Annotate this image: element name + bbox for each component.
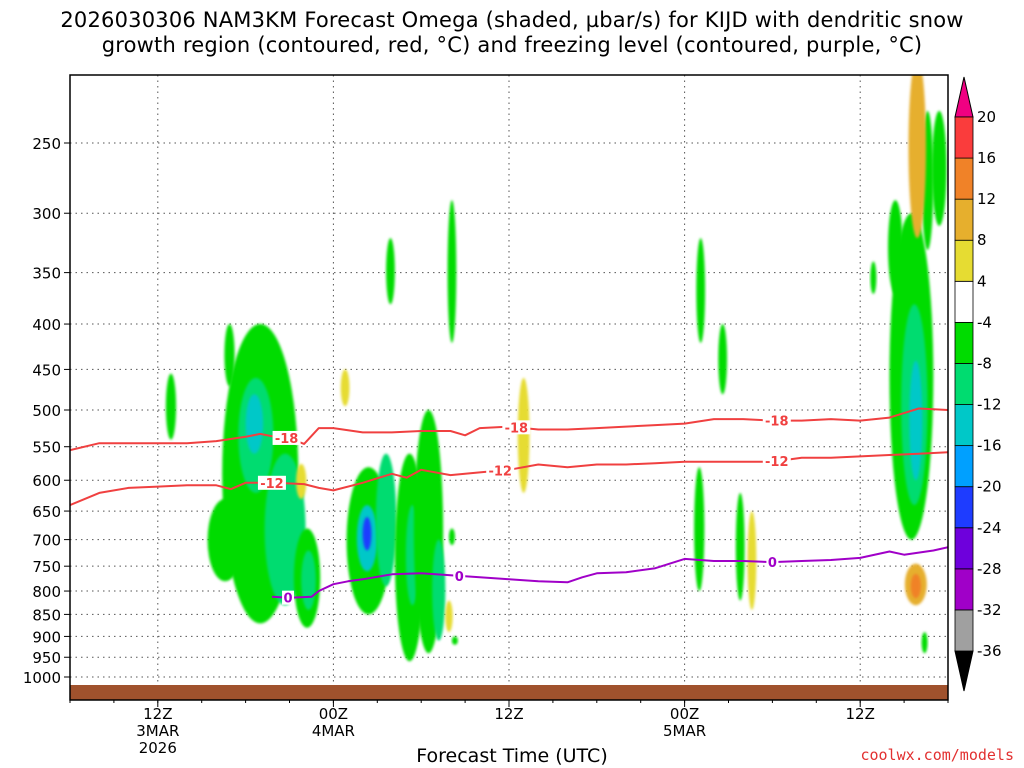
y-tick-label-350: 350: [32, 265, 61, 283]
y-tick-label-650: 650: [32, 503, 61, 521]
colorbar-label-0: -36: [977, 642, 1002, 660]
omega-region-40: [910, 573, 921, 599]
colorbar-segment-9: [954, 239, 974, 282]
credit-text: coolwx.com/models: [860, 746, 1014, 764]
contour-label-2-0: 0: [455, 570, 464, 585]
x-tick-label-3-1: 5MAR: [663, 722, 706, 740]
omega-region-23: [694, 467, 705, 592]
contour-label-2-2: 0: [284, 592, 293, 607]
omega-region-26: [870, 261, 877, 295]
y-tick-label-600: 600: [32, 472, 61, 490]
x-tick-label-2-0: 12Z: [494, 705, 523, 723]
x-tick-label-3-0: 00Z: [670, 705, 699, 723]
y-tick-label-550: 550: [32, 439, 61, 457]
contour-label-1-1: -12: [488, 465, 512, 480]
omega-region-5: [207, 499, 243, 582]
omega-region-34: [340, 369, 350, 407]
omega-time-height-plot: -18 -18 -18 -12 -12 -12 0 0 0 250 300 350 400 450 500…: [23, 74, 1002, 757]
colorbar-label-12: 16: [977, 149, 996, 167]
colorbar-bottom-triangle: [954, 650, 974, 692]
contour-label-0-0: -18: [275, 432, 299, 447]
y-tick-label-750: 750: [32, 558, 61, 576]
colorbar-label-1: -32: [977, 601, 1002, 619]
contour-label-1-0: -12: [260, 477, 284, 492]
x-tick-label-0-0: 12Z: [143, 705, 172, 723]
colorbar-label-9: 4: [977, 272, 987, 290]
omega-region-8: [301, 550, 316, 610]
contour-label-2-1: 0: [768, 556, 777, 571]
y-tick-label-400: 400: [32, 316, 61, 334]
colorbar-label-11: 12: [977, 190, 996, 208]
omega-region-16: [432, 539, 446, 641]
colorbar-label-3: -24: [977, 519, 1002, 537]
y-axis-ticks: 250 300 350 400 450 500 550 600 650 700 750 800 850 9…: [23, 135, 70, 687]
y-tick-label-1000: 1000: [23, 669, 61, 687]
omega-region-17: [386, 238, 395, 305]
omega-region-4: [245, 394, 264, 454]
colorbar-label-8: -4: [977, 313, 992, 331]
omega-region-32: [921, 632, 928, 654]
omega-region-24: [735, 492, 745, 601]
x-tick-label-1-0: 00Z: [319, 705, 348, 723]
y-tick-label-500: 500: [32, 402, 61, 420]
colorbar-label-6: -12: [977, 396, 1002, 414]
x-tick-label-1-1: 4MAR: [312, 722, 355, 740]
colorbar-segment-11: [954, 157, 974, 200]
colorbar-segment-2: [954, 527, 974, 570]
colorbar-segment-7: [954, 321, 974, 364]
y-tick-label-800: 800: [32, 583, 61, 601]
contour-label-0-1: -18: [505, 421, 529, 436]
y-tick-label-950: 950: [32, 649, 61, 667]
y-tick-label-300: 300: [32, 205, 61, 223]
omega-region-21: [696, 238, 706, 343]
omega-region-33: [296, 463, 307, 500]
colorbar-label-13: 20: [977, 108, 996, 126]
colorbar-top-triangle: [954, 76, 974, 118]
colorbar-segment-4: [954, 445, 974, 488]
omega-region-38: [908, 75, 927, 239]
contour-label-1-2: -12: [765, 455, 789, 470]
x-tick-label-0-1: 3MAR: [136, 722, 179, 740]
omega-region-31: [931, 110, 947, 226]
colorbar-segment-3: [954, 486, 974, 529]
omega-region-29: [909, 360, 923, 481]
colorbar: -36 -32 -28 -24 -20 -16 -12 -8 -4 4 8 12 16 20: [954, 76, 1002, 692]
x-tick-label-4-0: 12Z: [846, 705, 875, 723]
omega-region-19: [448, 528, 455, 546]
colorbar-segment-10: [954, 198, 974, 241]
ground-fill: [70, 685, 948, 700]
colorbar-label-10: 8: [977, 231, 987, 249]
omega-region-20: [451, 636, 458, 645]
colorbar-segment-0: [954, 609, 974, 652]
y-tick-label-450: 450: [32, 361, 61, 379]
y-tick-label-900: 900: [32, 628, 61, 646]
contour-label-0-2: -18: [765, 415, 789, 430]
omega-region-0: [165, 373, 177, 440]
colorbar-segment-6: [954, 363, 974, 405]
omega-region-35: [445, 600, 453, 633]
colorbar-label-4: -20: [977, 478, 1002, 496]
omega-region-18: [447, 200, 457, 343]
y-tick-label-700: 700: [32, 532, 61, 550]
y-tick-label-250: 250: [32, 135, 61, 153]
ground-surface: [70, 685, 948, 700]
omega-region-22: [718, 324, 728, 395]
colorbar-label-2: -28: [977, 560, 1002, 578]
y-tick-label-850: 850: [32, 606, 61, 624]
colorbar-segment-5: [954, 404, 974, 447]
colorbar-segment-1: [954, 568, 974, 611]
colorbar-segment-8: [954, 280, 974, 323]
colorbar-label-5: -16: [977, 437, 1002, 455]
omega-region-11: [362, 516, 372, 551]
colorbar-segment-12: [954, 116, 974, 159]
colorbar-label-7: -8: [977, 354, 992, 372]
